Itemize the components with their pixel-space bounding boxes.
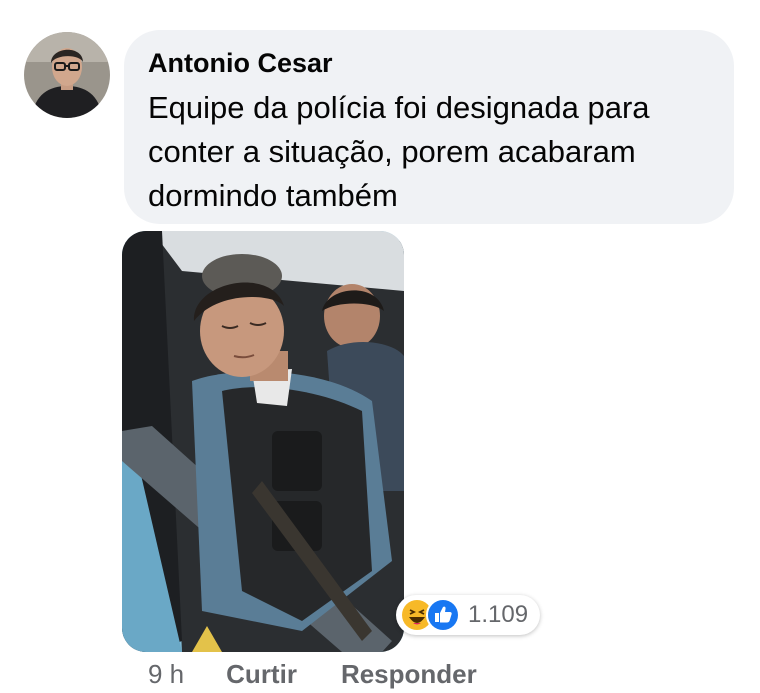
comment-bubble: Antonio Cesar Equipe da polícia foi desi…	[124, 30, 734, 224]
reactions-summary[interactable]: 1.109	[396, 595, 541, 635]
comment-author-name[interactable]: Antonio Cesar	[148, 46, 333, 80]
comment-text: Equipe da polícia foi designada para con…	[148, 90, 650, 213]
comment-footer: 9 h Curtir Responder	[148, 656, 521, 692]
comment-thread: Antonio Cesar Equipe da polícia foi desi…	[0, 0, 760, 693]
like-button[interactable]: Curtir	[226, 659, 297, 690]
reply-button[interactable]: Responder	[341, 659, 477, 690]
like-icon	[426, 598, 460, 632]
comment-photo[interactable]	[122, 231, 404, 652]
sleeping-officers-image	[122, 231, 404, 652]
profile-photo	[24, 32, 110, 118]
reaction-count: 1.109	[468, 601, 529, 628]
comment-timestamp[interactable]: 9 h	[148, 659, 184, 690]
avatar[interactable]	[24, 32, 110, 118]
